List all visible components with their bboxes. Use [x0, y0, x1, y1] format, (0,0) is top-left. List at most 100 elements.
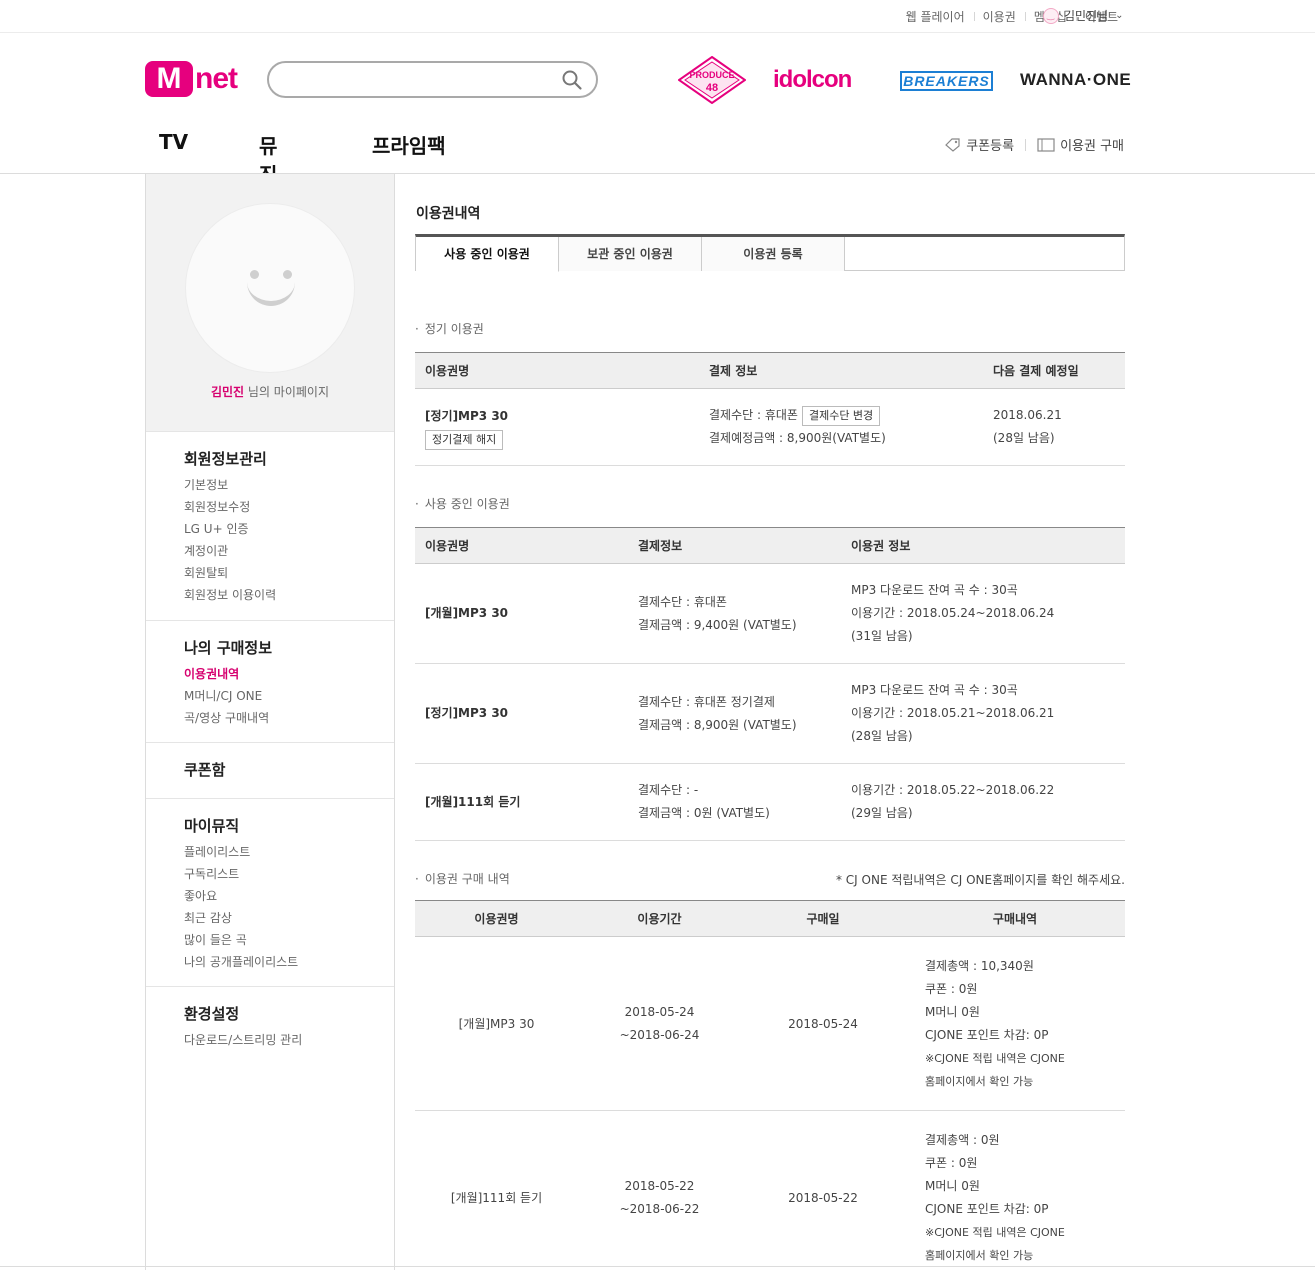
voucher-info: 이용기간 : 2018.05.22~2018.06.22	[851, 783, 1055, 797]
cjone-note: 홈페이지에서 확인 가능	[925, 1248, 1034, 1262]
payment-method-line: 결제수단 : 휴대폰 결제수단 변경	[709, 404, 983, 427]
table-cell: 2018-05-22 ~2018-06-22	[578, 1110, 741, 1270]
produce48-logo-icon: PRODUCE 48	[678, 56, 746, 104]
payment-method: 결제수단 : 휴대폰	[709, 408, 798, 422]
sidebar-item-basic-info[interactable]: 기본정보	[184, 474, 394, 496]
table-cell: [정기]MP3 30 정기결제 해지	[415, 388, 699, 466]
brand-wanna-one[interactable]: WANNA·ONE	[1020, 70, 1131, 90]
cjone-note: ※CJONE 적립 내역은 CJONE	[925, 1051, 1065, 1065]
table-cell: MP3 다운로드 잔여 곡 수 : 30곡 이용기간 : 2018.05.24~…	[841, 563, 1125, 664]
payment-amount: 결제금액 : 9,400원 (VAT별도)	[638, 617, 797, 632]
search-icon[interactable]	[561, 69, 583, 91]
column-header: 구매일	[741, 900, 905, 937]
nav-tv[interactable]: TV	[159, 130, 188, 154]
purchase-date: 2018-05-22	[788, 1190, 858, 1205]
profile-username: 김민진	[210, 385, 245, 399]
avatar	[185, 203, 355, 373]
days-remaining: (28일 남음)	[993, 431, 1055, 445]
util-divider	[1025, 138, 1027, 151]
coupon-amount: 쿠폰 : 0원	[925, 981, 978, 996]
sidebar-item-most-played[interactable]: 많이 들은 곡	[184, 929, 394, 951]
sidebar-item-lgu-auth[interactable]: LG U+ 인증	[184, 518, 394, 540]
voucher-info: (31일 남음)	[851, 629, 913, 643]
top-link-voucher[interactable]: 이용권	[973, 8, 1025, 25]
brand-idolcon[interactable]: idolcon	[773, 66, 852, 94]
payment-amount: 결제금액 : 0원 (VAT별도)	[638, 806, 770, 820]
sidebar-item-song-purchases[interactable]: 곡/영상 구매내역	[184, 707, 394, 729]
voucher-info: (28일 남음)	[851, 729, 913, 743]
sidebar-item-coupon-box[interactable]: 쿠폰함	[184, 759, 394, 780]
period-end: ~2018-06-22	[619, 1201, 700, 1216]
user-menu[interactable]: 김민진님 ⌄	[1043, 7, 1124, 24]
coupon-register-link[interactable]: 쿠폰등록	[945, 135, 1014, 154]
brand-banners: PRODUCE 48 idolcon BREAKERS WANNA·ONE	[678, 56, 1131, 104]
column-header: 이용기간	[578, 900, 741, 937]
sidebar-item-download-streaming[interactable]: 다운로드/스트리밍 관리	[184, 1029, 394, 1051]
brand-breakers[interactable]: BREAKERS	[900, 71, 993, 91]
voucher-name: [개월]MP3 30	[425, 606, 509, 620]
voucher-buy-link[interactable]: 이용권 구매	[1037, 135, 1124, 154]
sidebar-item-edit-info[interactable]: 회원정보수정	[184, 496, 394, 518]
payment-amount: 결제금액 : 8,900원 (VAT별도)	[638, 717, 797, 732]
table-header-row: 이용권명 결제정보 이용권 정보	[415, 527, 1125, 564]
sidebar-item-likes[interactable]: 좋아요	[184, 885, 394, 907]
cjone-note: ※CJONE 적립 내역은 CJONE	[925, 1225, 1065, 1239]
page-bottom-divider	[0, 1266, 1315, 1267]
section-label-history: 이용권 구매 내역	[415, 870, 510, 887]
column-header: 이용권명	[415, 527, 628, 564]
nav-primepack[interactable]: 프라임팩	[372, 130, 446, 159]
chevron-down-icon: ⌄	[1115, 10, 1124, 21]
total-amount: 결제총액 : 10,340원	[925, 958, 1034, 973]
top-link-web-player[interactable]: 웹 플레이어	[897, 8, 974, 25]
sidebar-item-playlist[interactable]: 플레이리스트	[184, 841, 394, 863]
table-cell: [개월]MP3 30	[415, 563, 628, 664]
search-input[interactable]	[283, 70, 553, 90]
menu-group-coupons: 쿠폰함	[146, 743, 394, 799]
cancel-subscription-button[interactable]: 정기결제 해지	[425, 429, 504, 450]
table-cell: 결제총액 : 0원 쿠폰 : 0원 M머니 0원 CJONE 포인트 차감: 0…	[905, 1110, 1125, 1270]
avatar-eye	[250, 270, 259, 279]
sidebar-item-public-playlist[interactable]: 나의 공개플레이리스트	[184, 951, 394, 973]
sidebar-item-voucher-history[interactable]: 이용권내역	[184, 663, 394, 685]
table-cell: 2018.06.21 (28일 남음)	[983, 388, 1125, 466]
period-end: ~2018-06-24	[619, 1027, 700, 1042]
menu-group-mymusic: 마이뮤직 플레이리스트 구독리스트 좋아요 최근 감상 많이 들은 곡 나의 공…	[146, 799, 394, 987]
tab-register-voucher[interactable]: 이용권 등록	[702, 237, 845, 271]
voucher-name: [정기]MP3 30	[425, 408, 509, 423]
brand-produce48[interactable]: PRODUCE 48	[678, 56, 746, 104]
change-payment-button[interactable]: 결제수단 변경	[801, 406, 881, 426]
table-cell: 결제수단 : 휴대폰 결제금액 : 9,400원 (VAT별도)	[628, 563, 841, 664]
svg-text:PRODUCE: PRODUCE	[689, 70, 734, 80]
sidebar-item-info-history[interactable]: 회원정보 이용이력	[184, 584, 394, 606]
sidebar-item-withdraw[interactable]: 회원탈퇴	[184, 562, 394, 584]
menu-group-title: 회원정보관리	[184, 450, 267, 468]
menu-group-title: 나의 구매정보	[184, 639, 273, 657]
period-start: 2018-05-24	[624, 1004, 695, 1019]
tab-stored-vouchers[interactable]: 보관 중인 이용권	[559, 237, 702, 271]
menu-group-member: 회원정보관리 기본정보 회원정보수정 LG U+ 인증 계정이관 회원탈퇴 회원…	[146, 432, 394, 621]
section-label-active: 사용 중인 이용권	[415, 495, 510, 512]
column-header: 결제 정보	[699, 352, 983, 389]
table-row: [개월]111회 듣기 2018-05-22 ~2018-06-22 2018-…	[415, 1110, 1125, 1270]
profile-greeting: 김민진 님의 마이페이지	[146, 383, 394, 400]
table-header-row: 이용권명 결제 정보 다음 결제 예정일	[415, 352, 1125, 389]
table-row: [개월]MP3 30 결제수단 : 휴대폰 결제금액 : 9,400원 (VAT…	[415, 563, 1125, 664]
table-cell: [개월]111회 듣기	[415, 763, 628, 841]
table-row: [정기]MP3 30 결제수단 : 휴대폰 정기결제 결제금액 : 8,900원…	[415, 663, 1125, 764]
mnet-logo[interactable]: M net	[145, 61, 238, 97]
column-header: 다음 결제 예정일	[983, 352, 1125, 389]
payment-amount: 결제예정금액 : 8,900원(VAT별도)	[709, 431, 886, 445]
table-cell: [정기]MP3 30	[415, 663, 628, 764]
table-cell: [개월]MP3 30	[415, 936, 578, 1111]
sidebar-item-account-transfer[interactable]: 계정이관	[184, 540, 394, 562]
tab-active-vouchers[interactable]: 사용 중인 이용권	[416, 237, 559, 272]
sidebar-item-mmoney[interactable]: M머니/CJ ONE	[184, 685, 394, 707]
sidebar-item-subscriptions[interactable]: 구독리스트	[184, 863, 394, 885]
table-cell: 결제총액 : 10,340원 쿠폰 : 0원 M머니 0원 CJONE 포인트 …	[905, 936, 1125, 1111]
cjone-note: 홈페이지에서 확인 가능	[925, 1074, 1034, 1088]
payment-method: 결제수단 : 휴대폰 정기결제	[638, 694, 775, 709]
sidebar-item-recent[interactable]: 최근 감상	[184, 907, 394, 929]
coupon-amount: 쿠폰 : 0원	[925, 1155, 978, 1170]
voucher-name: [정기]MP3 30	[425, 706, 509, 720]
table-cell: 이용기간 : 2018.05.22~2018.06.22 (29일 남음)	[841, 763, 1125, 841]
